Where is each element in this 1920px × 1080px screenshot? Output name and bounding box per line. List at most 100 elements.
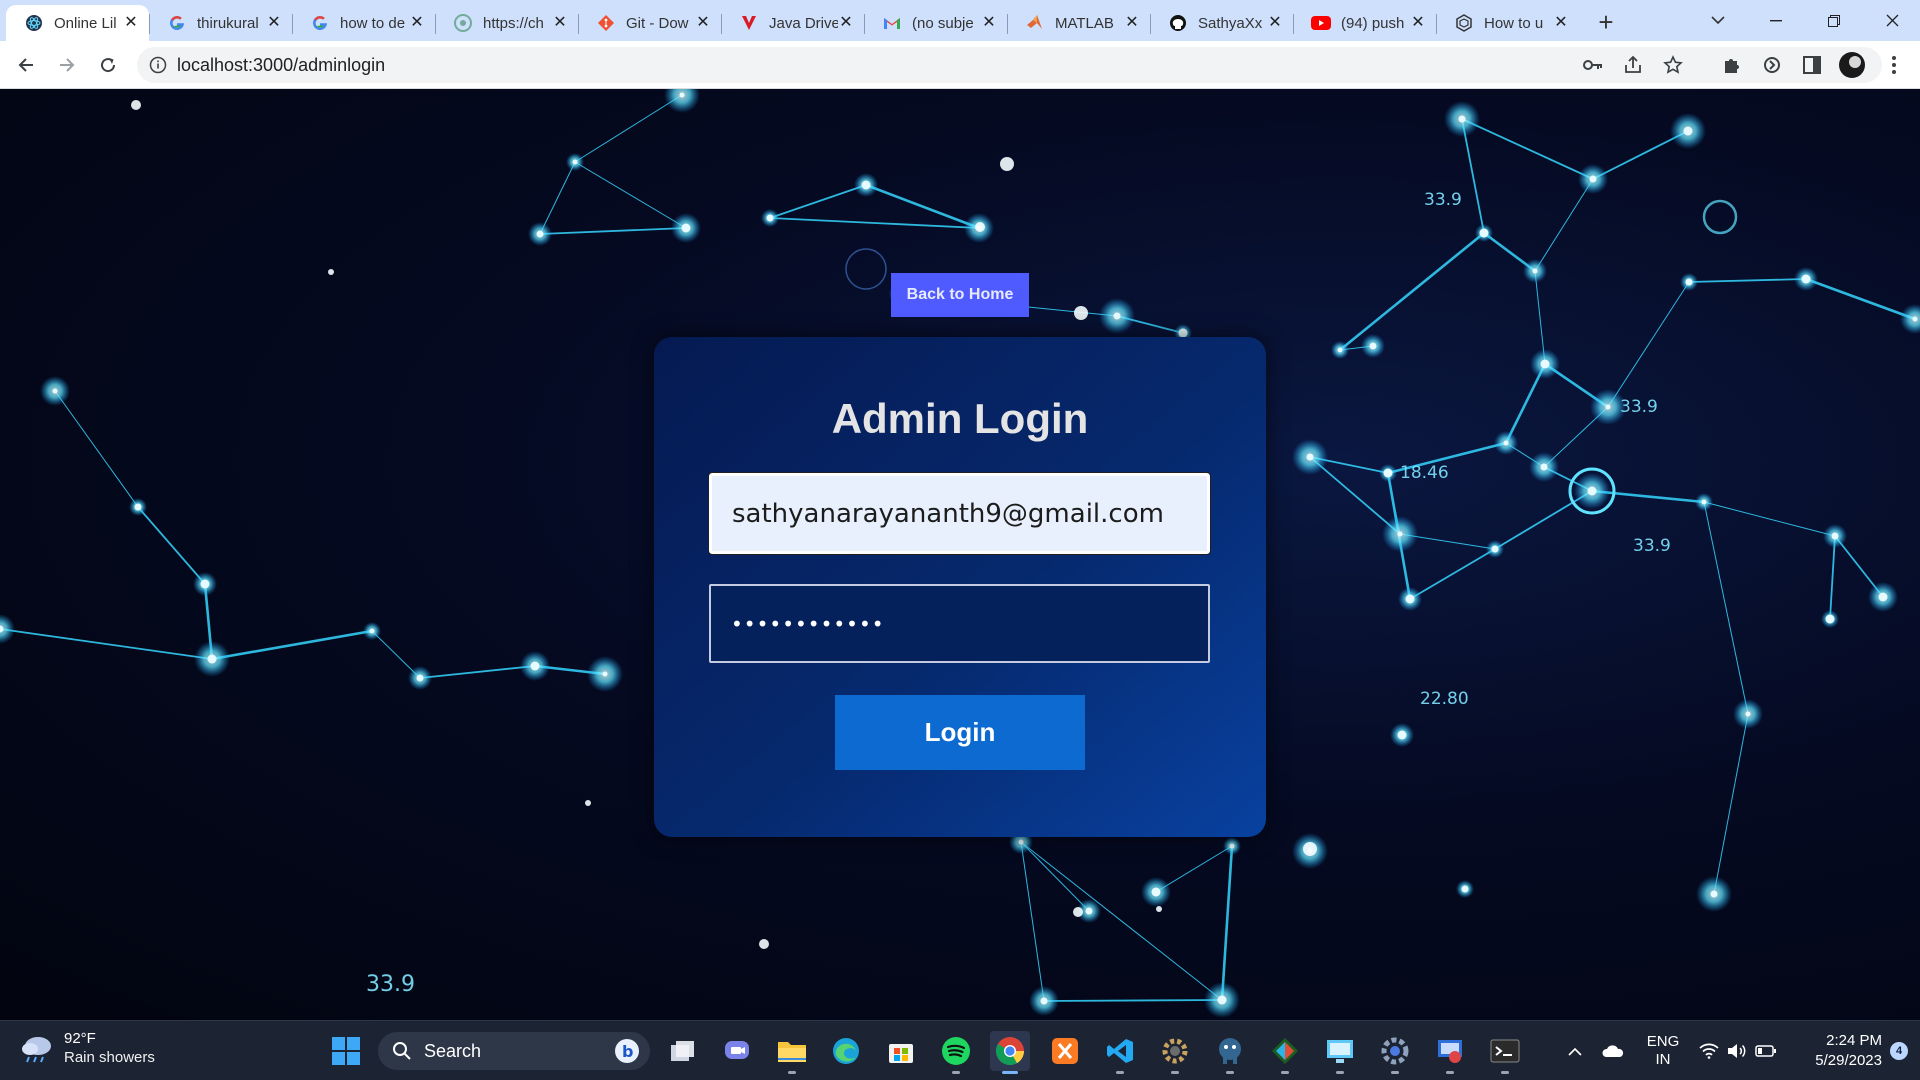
bing-icon[interactable]: b (614, 1038, 640, 1069)
windows-start-icon[interactable] (326, 1031, 366, 1071)
browser-tab[interactable]: Online Lil ✕ (6, 5, 149, 41)
youtube-icon (1311, 13, 1331, 33)
new-tab-button[interactable]: + (1589, 5, 1623, 39)
share-icon[interactable] (1623, 55, 1643, 80)
tab-close-icon[interactable]: ✕ (1267, 15, 1283, 31)
bg-number: 33.9 (366, 972, 415, 997)
browser-tab[interactable]: How to u ✕ (1436, 5, 1579, 41)
tab-title: Online Lil (54, 14, 117, 32)
notification-badge[interactable]: 4 (1888, 1021, 1910, 1080)
spotify-icon[interactable] (936, 1031, 976, 1074)
login-card: Admin Login sathyanarayananth9@gmail.com… (654, 337, 1266, 837)
tab-close-icon[interactable]: ✕ (552, 15, 568, 31)
key-icon[interactable] (1582, 55, 1604, 80)
file-explorer-icon[interactable] (772, 1031, 812, 1074)
bg-number: 18.46 (1400, 463, 1449, 483)
tab-close-icon[interactable]: ✕ (695, 15, 711, 31)
react-icon (24, 13, 44, 33)
clock[interactable]: 2:24 PM 5/29/2023 (1788, 1021, 1882, 1080)
bg-number: 22.80 (1420, 689, 1469, 709)
tab-close-icon[interactable]: ✕ (981, 15, 997, 31)
terminal-icon[interactable] (1485, 1031, 1525, 1074)
battery-icon[interactable] (1752, 1021, 1780, 1080)
onedrive-cloud-icon[interactable] (1596, 1021, 1630, 1080)
postgresql-icon[interactable] (1210, 1031, 1250, 1074)
tab-strip: Online Lil ✕ thirukural ✕ how to de ✕ https://… (0, 0, 1920, 41)
teams-chat-icon[interactable] (717, 1031, 757, 1071)
bookmark-star-icon[interactable] (1663, 55, 1683, 80)
browser-tab[interactable]: (no subje ✕ (864, 5, 1007, 41)
remote-desktop-icon[interactable] (1320, 1031, 1360, 1074)
browser-tab[interactable]: https://ch ✕ (435, 5, 578, 41)
weather-temperature: 92°F (64, 1030, 96, 1047)
browser-tab[interactable]: thirukural ✕ (149, 5, 292, 41)
bg-number: 33.9 (1620, 397, 1658, 417)
page-viewport: 33.9 33.9 18.46 33.9 22.80 33.9 Back to … (0, 89, 1920, 1020)
tab-title: SathyaXx (1198, 14, 1263, 32)
profile-avatar[interactable] (1836, 49, 1868, 81)
site-info-icon[interactable] (149, 56, 167, 79)
volume-icon[interactable] (1724, 1021, 1750, 1080)
email-field[interactable]: sathyanarayananth9@gmail.com (708, 472, 1211, 555)
reload-icon[interactable] (92, 49, 124, 81)
page-title: Admin Login (831, 395, 1089, 442)
language-code: ENG (1646, 1033, 1680, 1050)
chrome-icon[interactable] (990, 1031, 1030, 1074)
back-arrow-icon[interactable] (10, 49, 42, 81)
tab-close-icon[interactable]: ✕ (1124, 15, 1140, 31)
weather-widget[interactable]: 92°F Rain showers (20, 1029, 155, 1067)
close-window-button[interactable] (1864, 0, 1920, 41)
vscode-icon[interactable] (1100, 1031, 1140, 1074)
login-button[interactable]: Login (835, 695, 1085, 770)
side-panel-icon[interactable] (1796, 49, 1828, 81)
tab-close-icon[interactable]: ✕ (1410, 15, 1426, 31)
browser-toolbar: localhost:3000/adminlogin (0, 41, 1920, 89)
show-hidden-icons-chevron-icon[interactable] (1560, 1021, 1590, 1080)
tab-title: thirukural (197, 14, 259, 32)
taskbar-search[interactable]: Search b (378, 1032, 650, 1070)
settings-icon[interactable] (1375, 1031, 1415, 1074)
password-field[interactable]: •••••••••••• (709, 584, 1210, 663)
network-admin-icon[interactable] (1430, 1031, 1470, 1074)
tab-search-chevron-icon[interactable] (1690, 0, 1746, 41)
xampp-icon[interactable] (1045, 1031, 1085, 1071)
clock-time: 2:24 PM (1826, 1032, 1882, 1049)
tab-close-icon[interactable]: ✕ (409, 15, 425, 31)
tab-close-icon[interactable]: ✕ (266, 15, 282, 31)
settings-gear-app-icon[interactable] (1155, 1031, 1195, 1074)
bg-number: 33.9 (1633, 536, 1671, 556)
browser-tab[interactable]: SathyaXx ✕ (1150, 5, 1293, 41)
tab-title: How to u (1484, 14, 1544, 32)
browser-tab[interactable]: Git - Dow ✕ (578, 5, 721, 41)
microsoft-store-icon[interactable] (881, 1031, 921, 1071)
google-icon (167, 13, 187, 33)
minimize-button[interactable] (1748, 0, 1804, 41)
tab-title: how to de (340, 14, 406, 32)
extension-refresh-icon[interactable] (1756, 49, 1788, 81)
browser-tab[interactable]: (94) push ✕ (1293, 5, 1436, 41)
tab-close-icon[interactable]: ✕ (838, 15, 854, 31)
extensions-puzzle-icon[interactable] (1716, 49, 1748, 81)
notification-count: 4 (1890, 1042, 1908, 1060)
tab-title: (94) push (1341, 14, 1405, 32)
tab-close-icon[interactable]: ✕ (1553, 15, 1569, 31)
github-icon (1168, 13, 1188, 33)
browser-tab[interactable]: MATLAB ✕ (1007, 5, 1150, 41)
language-indicator[interactable]: ENG IN (1641, 1021, 1685, 1080)
forward-arrow-icon[interactable] (51, 49, 83, 81)
url-text[interactable]: localhost:3000/adminlogin (177, 55, 385, 76)
tab-title: (no subje (912, 14, 974, 32)
back-to-home-button[interactable]: Back to Home (891, 273, 1029, 317)
browser-menu-icon[interactable] (1878, 49, 1910, 81)
git-kraken-icon[interactable] (1265, 1031, 1305, 1074)
wifi-icon[interactable] (1696, 1021, 1722, 1080)
task-view-icon[interactable] (663, 1031, 703, 1071)
restore-button[interactable] (1806, 0, 1862, 41)
tab-close-icon[interactable]: ✕ (123, 15, 139, 31)
edge-browser-icon[interactable] (826, 1031, 866, 1071)
browser-tab[interactable]: Java Drive ✕ (721, 5, 864, 41)
address-bar[interactable]: localhost:3000/adminlogin (137, 47, 1882, 83)
region-code: IN (1655, 1051, 1671, 1068)
chatgpt-icon (453, 13, 473, 33)
browser-tab[interactable]: how to de ✕ (292, 5, 435, 41)
